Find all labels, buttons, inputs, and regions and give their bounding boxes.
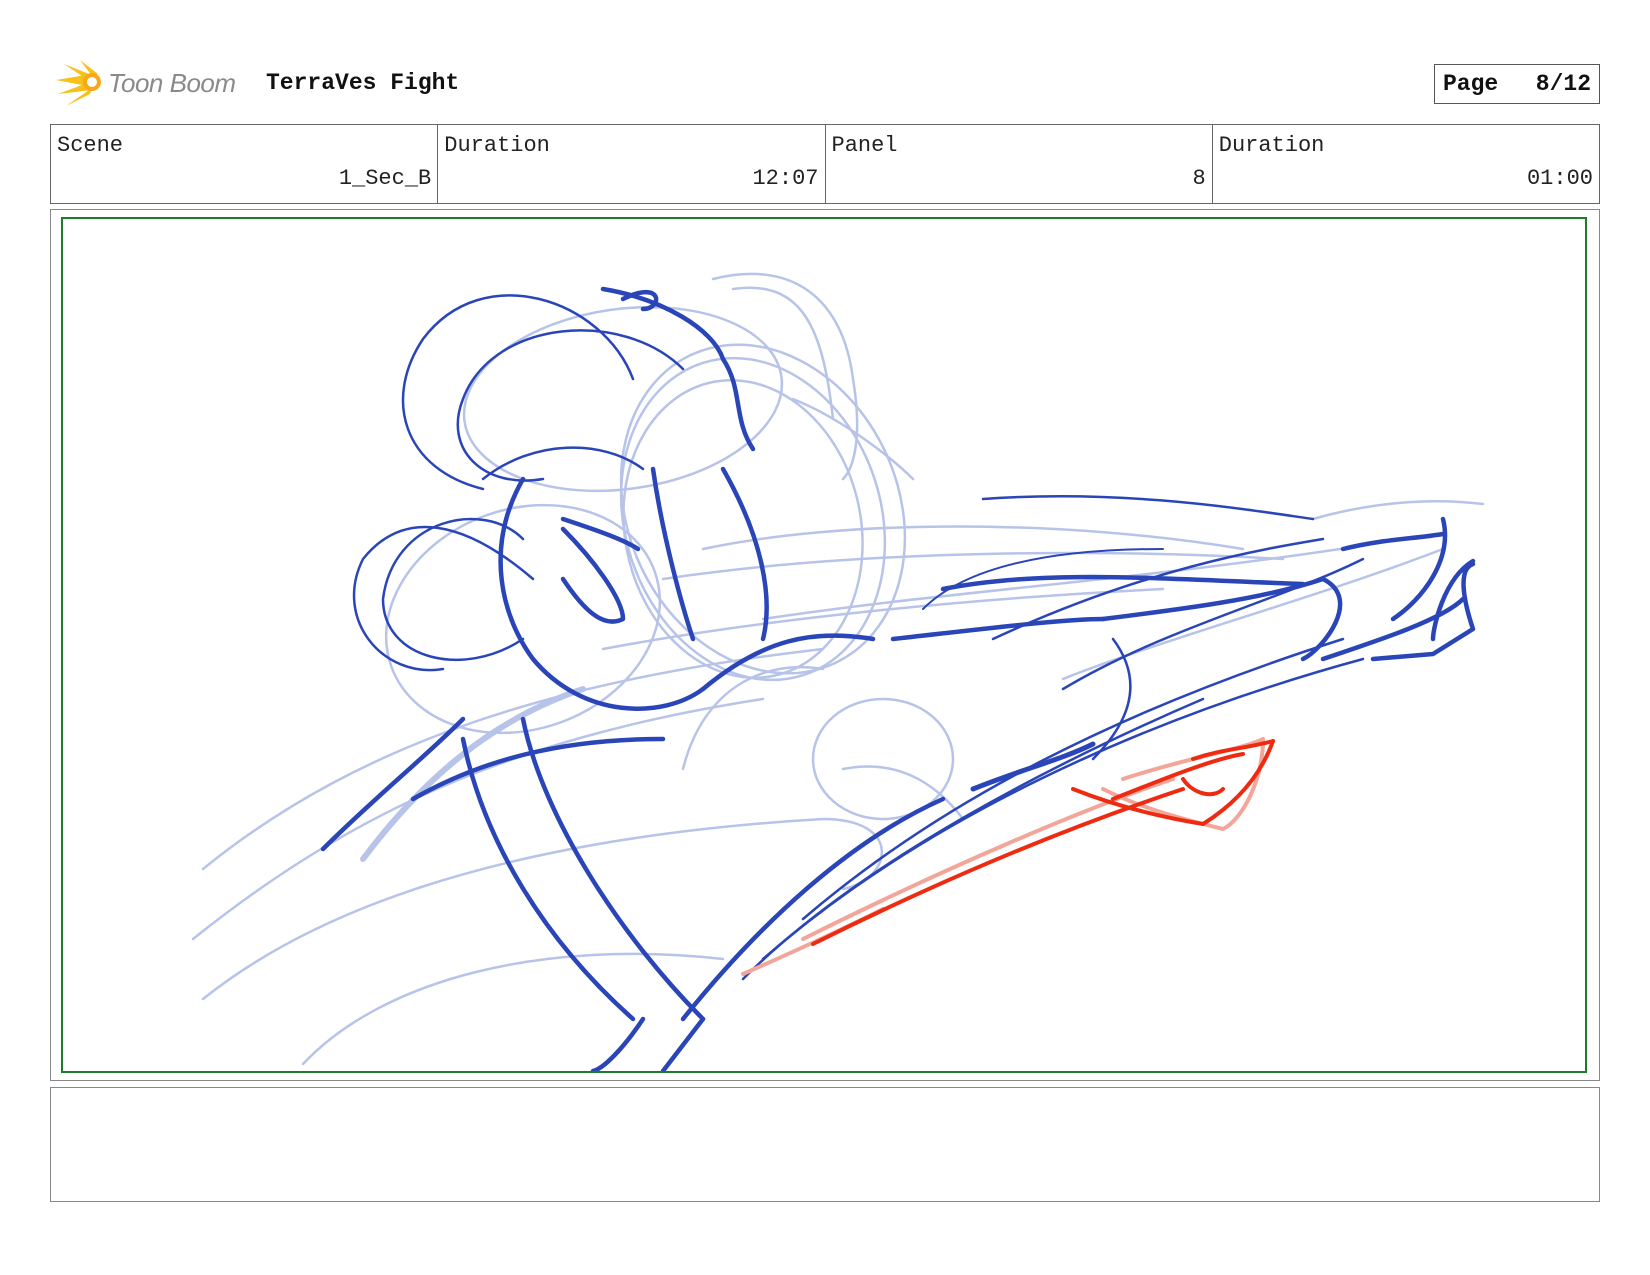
logo-text: Toon Boom [108, 68, 236, 98]
panel-info-table: Scene 1_Sec_B Duration 12:07 Panel 8 Dur… [50, 124, 1600, 204]
panel-value: 8 [1192, 166, 1206, 191]
scene-duration-label: Duration [444, 133, 550, 158]
page-label: Page [1443, 71, 1499, 97]
panel-duration-value: 01:00 [1526, 166, 1593, 191]
scene-duration-value: 12:07 [752, 166, 819, 191]
project-title: TerraVes Fight [266, 70, 460, 96]
panel-label: Panel [831, 133, 898, 158]
page-number: 8/12 [1535, 71, 1591, 97]
scene-cell: Scene 1_Sec_B [51, 125, 439, 203]
panel-notes-text [51, 1088, 1599, 1104]
page-indicator: Page 8/12 [1434, 64, 1600, 104]
panel-cell: Panel 8 [826, 125, 1213, 203]
panel-duration-cell: Duration 01:00 [1213, 125, 1599, 203]
scene-duration-cell: Duration 12:07 [438, 125, 826, 203]
scene-label: Scene [57, 133, 124, 158]
panel-duration-label: Duration [1218, 133, 1325, 158]
camera-safe-frame [61, 217, 1587, 1073]
panel-notes-area [50, 1087, 1600, 1202]
storyboard-sketch [191, 272, 1485, 1071]
sketch-character-bold-lines [320, 286, 1476, 1071]
sketch-sword-lines [811, 739, 1275, 946]
scene-value: 1_Sec_B [338, 166, 432, 191]
sketch-construction-lines [191, 272, 1485, 1066]
